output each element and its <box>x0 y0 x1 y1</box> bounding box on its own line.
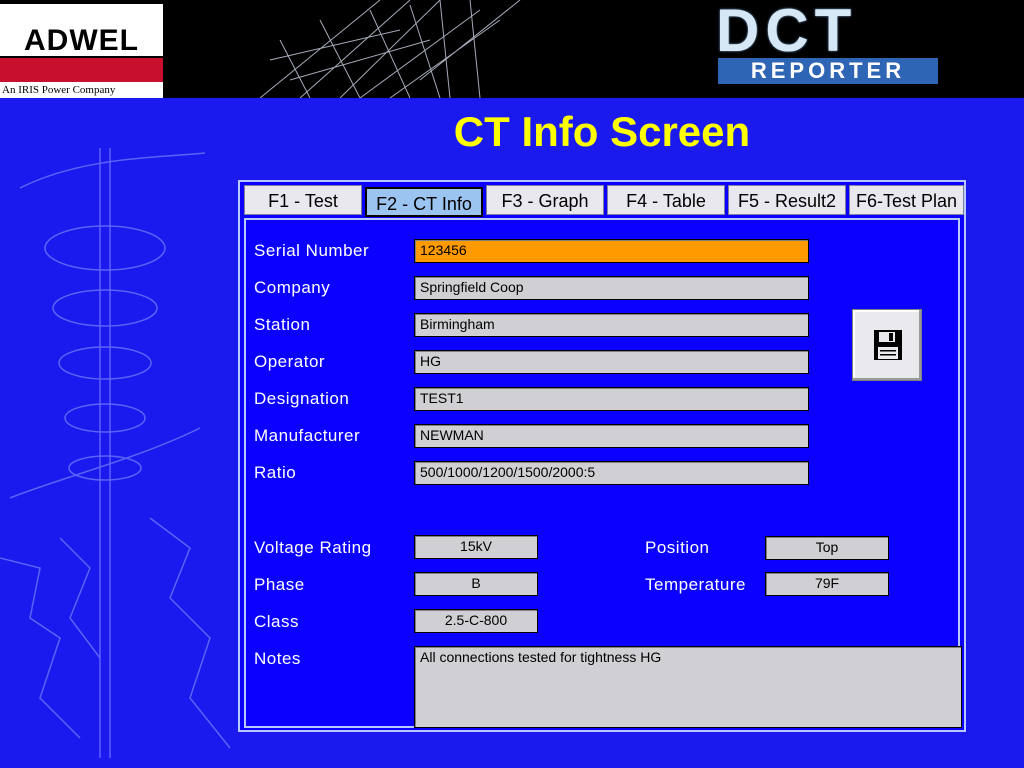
header-bar: ADWEL An IRIS Power Company DCT REPORTER <box>0 0 1024 98</box>
reporter-logo-text: REPORTER <box>718 58 938 84</box>
adwel-logo: ADWEL An IRIS Power Company <box>0 0 163 98</box>
serial-number-field[interactable]: 123456 <box>414 239 809 263</box>
tab-table[interactable]: F4 - Table <box>607 185 725 215</box>
tab-graph[interactable]: F3 - Graph <box>486 185 604 215</box>
station-field[interactable]: Birmingham <box>414 313 809 337</box>
temperature-field[interactable]: 79F <box>765 572 889 596</box>
tab-test-plan[interactable]: F6-Test Plan <box>849 185 964 215</box>
tab-test[interactable]: F1 - Test <box>244 185 362 215</box>
notes-field[interactable]: All connections tested for tightness HG <box>414 646 962 728</box>
tab-result2[interactable]: F5 - Result2 <box>728 185 846 215</box>
position-label: Position <box>645 538 710 557</box>
company-field[interactable]: Springfield Coop <box>414 276 809 300</box>
class-field[interactable]: 2.5-C-800 <box>414 609 538 633</box>
phase-field[interactable]: B <box>414 572 538 596</box>
notes-label: Notes <box>254 649 301 668</box>
save-button[interactable] <box>852 309 922 381</box>
operator-field[interactable]: HG <box>414 350 809 374</box>
temperature-label: Temperature <box>645 575 746 594</box>
ratio-field[interactable]: 500/1000/1200/1500/2000:5 <box>414 461 809 485</box>
tab-ct-info[interactable]: F2 - CT Info <box>365 187 483 217</box>
voltage-rating-field[interactable]: 15kV <box>414 535 538 559</box>
company-label: Company <box>254 278 331 297</box>
class-label: Class <box>254 612 300 631</box>
logo-red-stripe <box>0 58 163 82</box>
manufacturer-label: Manufacturer <box>254 426 361 445</box>
adwel-tagline: An IRIS Power Company <box>2 84 116 96</box>
designation-label: Designation <box>254 389 350 408</box>
phase-label: Phase <box>254 575 305 594</box>
station-label: Station <box>254 315 311 334</box>
voltage-rating-label: Voltage Rating <box>254 538 372 557</box>
designation-field[interactable]: TEST1 <box>414 387 809 411</box>
ratio-label: Ratio <box>254 463 297 482</box>
position-field[interactable]: Top <box>765 536 889 560</box>
ct-info-panel: Serial Number 123456 Company Springfield… <box>244 218 962 728</box>
dct-logo-text: DCT <box>716 0 858 64</box>
dct-reporter-logo: DCT REPORTER <box>716 0 938 86</box>
background-insulator-art <box>0 148 231 758</box>
page-title: CT Info Screen <box>453 108 751 155</box>
app-window: F1 - Test F2 - CT Info F3 - Graph F4 - T… <box>238 180 966 732</box>
transmission-tower-art <box>259 0 521 98</box>
adwel-logo-text: ADWEL <box>0 4 163 60</box>
manufacturer-field[interactable]: NEWMAN <box>414 424 809 448</box>
serial-number-label: Serial Number <box>254 241 370 260</box>
operator-label: Operator <box>254 352 326 371</box>
floppy-disk-icon <box>874 330 902 360</box>
